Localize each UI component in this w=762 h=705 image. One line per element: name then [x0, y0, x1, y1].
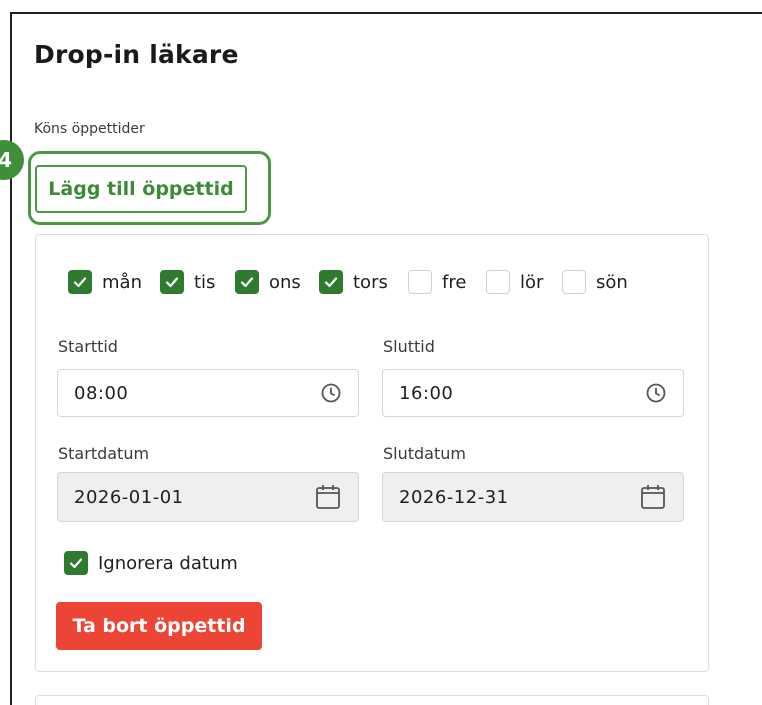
checkbox-checked-icon[interactable]	[160, 270, 184, 294]
start-time-label: Starttid	[58, 337, 118, 356]
start-date-input[interactable]: 2026-01-01	[57, 472, 359, 522]
opening-hours-label: Köns öppettider	[34, 121, 145, 137]
clock-icon[interactable]	[320, 382, 342, 404]
ignore-dates-checkbox[interactable]: Ignorera datum	[64, 551, 238, 575]
weekday-label: tors	[353, 271, 388, 293]
page-title: Drop-in läkare	[34, 40, 239, 69]
weekday-mon[interactable]: mån	[68, 270, 142, 294]
weekday-label: sön	[596, 271, 628, 293]
end-time-label: Sluttid	[383, 337, 435, 356]
weekday-sat[interactable]: lör	[486, 270, 543, 294]
end-time-input[interactable]: 16:00	[382, 369, 684, 417]
end-time-value: 16:00	[399, 382, 454, 404]
weekday-label: mån	[102, 271, 142, 293]
weekday-wed[interactable]: ons	[235, 270, 301, 294]
calendar-icon[interactable]	[314, 483, 342, 511]
checkbox-checked-icon[interactable]	[235, 270, 259, 294]
next-opening-hours-card	[35, 695, 709, 705]
weekday-label: lör	[520, 271, 544, 293]
end-date-label: Slutdatum	[383, 444, 466, 463]
checkbox-checked-icon[interactable]	[64, 551, 88, 575]
weekday-tue[interactable]: tis	[160, 270, 215, 294]
start-time-value: 08:00	[74, 382, 129, 404]
checkbox-unchecked-icon[interactable]	[486, 270, 510, 294]
calendar-icon[interactable]	[639, 483, 667, 511]
weekday-sun[interactable]: sön	[562, 270, 628, 294]
clock-icon[interactable]	[645, 382, 667, 404]
end-date-value: 2026-12-31	[399, 486, 509, 508]
checkbox-unchecked-icon[interactable]	[408, 270, 432, 294]
checkbox-checked-icon[interactable]	[68, 270, 92, 294]
start-date-value: 2026-01-01	[74, 486, 184, 508]
ignore-dates-label: Ignorera datum	[98, 552, 238, 574]
weekday-label: fre	[442, 271, 467, 293]
weekday-fri[interactable]: fre	[408, 270, 466, 294]
remove-opening-hours-button[interactable]: Ta bort öppettid	[56, 602, 262, 650]
weekday-label: tis	[194, 271, 216, 293]
weekday-label: ons	[269, 271, 301, 293]
add-opening-hours-button[interactable]: Lägg till öppettid	[35, 165, 247, 213]
start-time-input[interactable]: 08:00	[57, 369, 359, 417]
checkbox-checked-icon[interactable]	[319, 270, 343, 294]
start-date-label: Startdatum	[58, 444, 150, 463]
end-date-input[interactable]: 2026-12-31	[382, 472, 684, 522]
checkbox-unchecked-icon[interactable]	[562, 270, 586, 294]
weekday-thu[interactable]: tors	[319, 270, 388, 294]
